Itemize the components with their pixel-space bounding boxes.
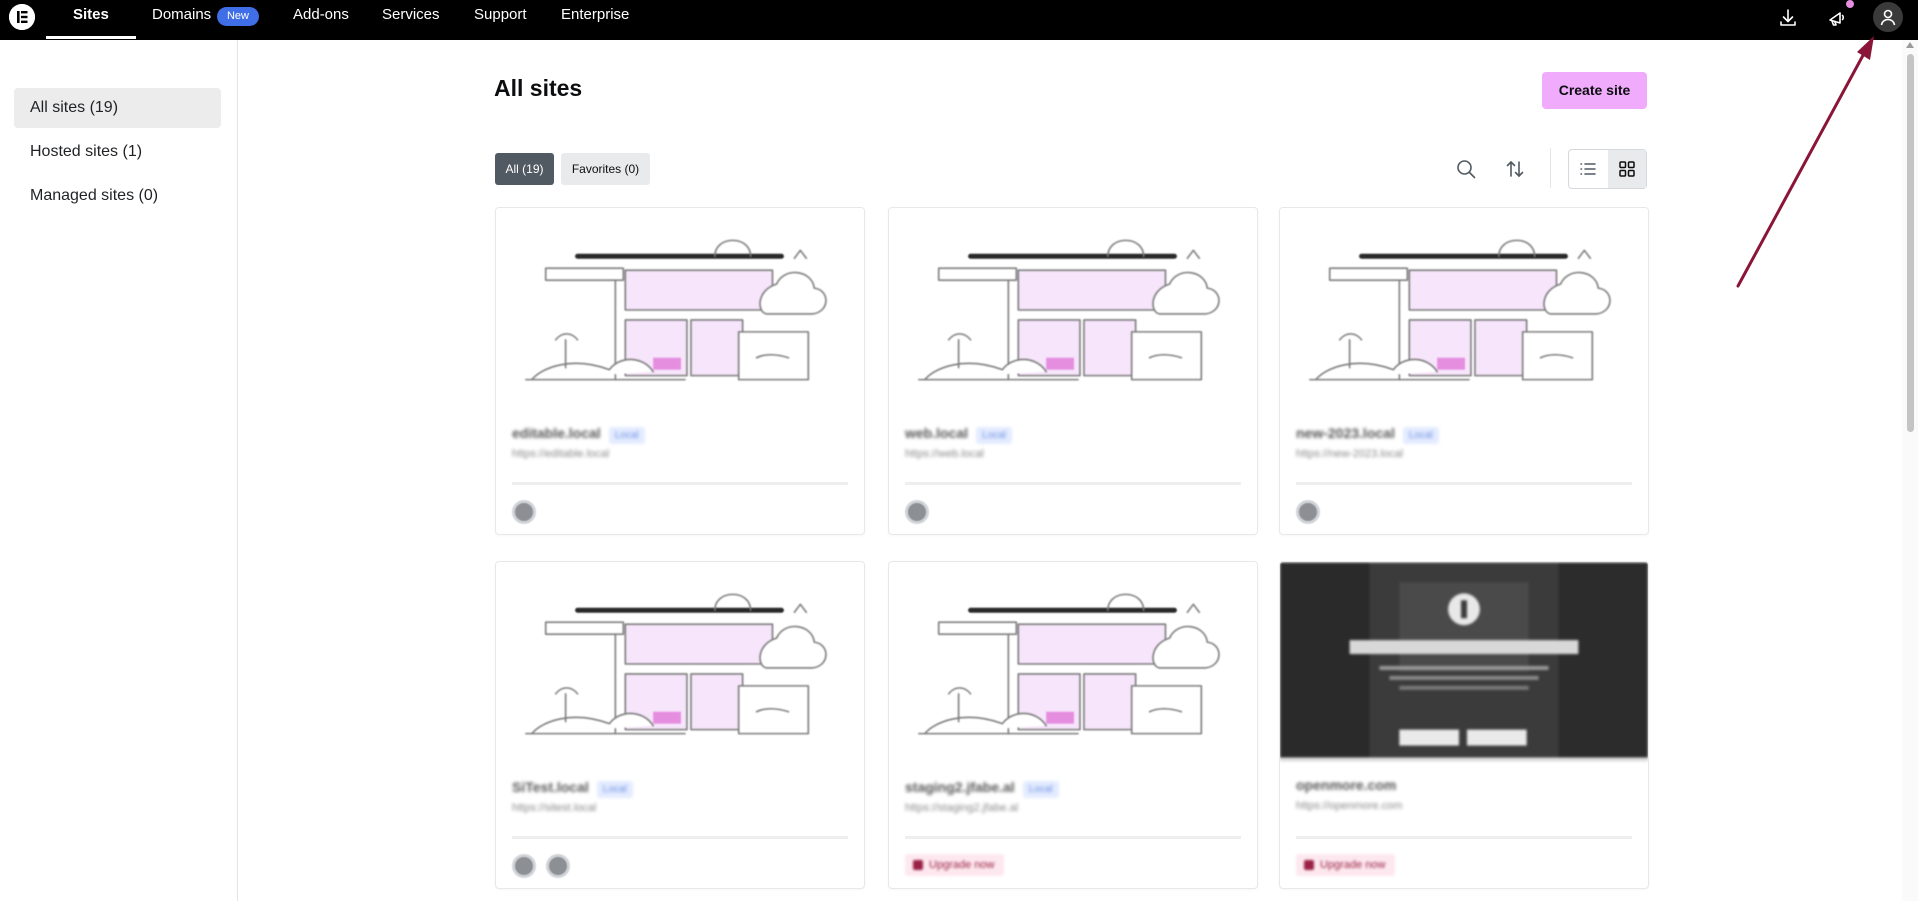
toolbar-divider [1550,148,1551,188]
site-card[interactable]: editable.local Local https://editable.loc… [495,207,865,535]
site-url: https://openmore.com [1296,800,1403,812]
create-site-button[interactable]: Create site [1542,72,1647,109]
site-thumbnail [889,562,1257,762]
wordpress-icon [512,854,536,878]
download-icon[interactable] [1774,4,1802,32]
site-url: https://web.local [905,448,984,460]
notification-dot [1846,0,1854,8]
new-badge: New [217,7,259,26]
site-url: https://editable.local [512,448,610,460]
scroll-thumb[interactable] [1907,54,1914,432]
sidebar-item-managed-sites[interactable]: Managed sites (0) [14,176,221,216]
site-thumbnail [496,208,864,408]
nav-active-indicator [46,36,136,39]
wordpress-icon [1296,500,1320,524]
search-icon[interactable] [1449,153,1483,185]
nav-sites[interactable]: Sites [73,0,109,40]
card-divider [512,836,848,839]
wordpress-icon [512,500,536,524]
site-url: https://sitest.local [512,802,597,814]
sidebar-item-all-sites[interactable]: All sites (19) [14,88,221,128]
site-card[interactable]: new-2023.local Local https://new-2023.loc… [1279,207,1649,535]
site-thumbnail [889,208,1257,408]
upgrade-badge[interactable]: Upgrade now [905,854,1005,876]
site-name: staging2.jfabe.al Local [905,779,1059,798]
page-title: All sites [494,75,583,101]
card-divider [512,482,848,485]
sidebar-item-hosted-sites[interactable]: Hosted sites (1) [14,132,221,172]
card-divider [1296,482,1632,485]
card-divider [1296,836,1632,839]
top-navigation-bar: Sites Domains New Add-ons Services Suppo… [0,0,1918,40]
filter-favorites[interactable]: Favorites (0) [561,153,650,185]
site-url: https://new-2023.local [1296,448,1404,460]
wordpress-icon [905,500,929,524]
view-mode-toggle [1568,149,1647,189]
grid-view-icon[interactable] [1608,150,1646,188]
sort-icon[interactable] [1498,153,1532,185]
site-name: openmore.com [1296,777,1397,793]
filter-all[interactable]: All (19) [495,153,554,185]
site-tag: Local [596,781,633,798]
page-scrollbar[interactable] [1902,40,1918,901]
upgrade-badge[interactable]: Upgrade now [1296,854,1396,876]
site-url: https://staging2.jfabe.al [905,802,1019,814]
site-tag: Local [1022,781,1059,798]
card-divider [905,482,1241,485]
nav-add-ons[interactable]: Add-ons [293,0,349,40]
site-tag: Local [608,427,645,444]
nav-support[interactable]: Support [474,0,527,40]
list-view-icon[interactable] [1569,150,1607,188]
site-name: editable.local Local [512,425,645,444]
site-name: SiTest.local Local [512,779,633,798]
site-tag: Local [1402,427,1439,444]
nav-domains[interactable]: Domains [152,0,211,40]
sidebar: All sites (19) Hosted sites (1) Managed … [0,40,238,901]
site-card[interactable]: openmore.com https://openmore.com Upgrad… [1279,561,1649,889]
plugin-icon [546,854,570,878]
site-card[interactable]: staging2.jfabe.al Local https://staging2.… [888,561,1258,889]
card-divider [905,836,1241,839]
site-name: web.local Local [905,425,1012,444]
site-card[interactable]: SiTest.local Local https://sitest.local [495,561,865,889]
nav-services[interactable]: Services [382,0,440,40]
site-tag: Local [976,427,1012,444]
site-thumbnail [496,562,864,762]
user-avatar-icon[interactable] [1873,2,1903,32]
scroll-up-arrow-icon[interactable] [1906,42,1914,48]
site-thumbnail [1280,562,1648,762]
site-thumbnail [1280,208,1648,408]
site-card[interactable]: web.local Local https://web.local [888,207,1258,535]
elementor-logo-icon[interactable] [9,4,35,30]
megaphone-icon[interactable] [1823,4,1851,32]
nav-enterprise[interactable]: Enterprise [561,0,629,40]
site-name: new-2023.local Local [1296,425,1439,444]
